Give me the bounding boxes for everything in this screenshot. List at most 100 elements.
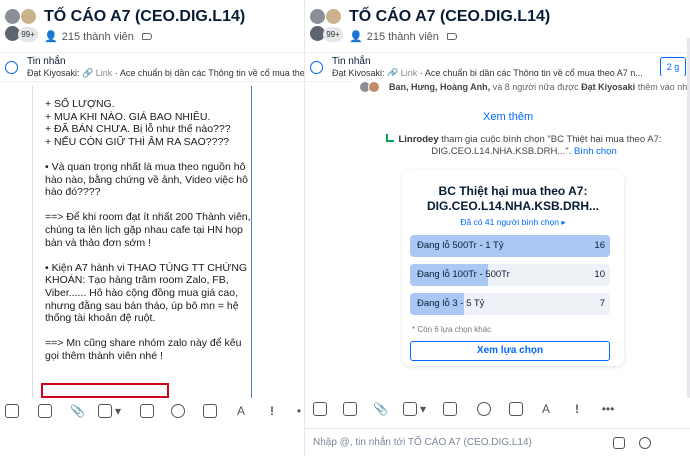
more-icon[interactable]: • [292,404,304,418]
message-line: ==> Để khi room đạt ít nhất 200 Thành vi… [45,211,251,224]
group-title[interactable]: TỐ CÁO A7 (CEO.DIG.L14) [44,8,245,26]
message-line: gọi thêm thành viên nhé ! [45,350,163,362]
poll-option-label: Đang lỗ 100Tr - 500Tr [417,269,510,280]
message-line: hào nào, bằng chứng về ảnh, Video việc h… [45,173,248,186]
member-count[interactable]: 👤 215 thành viên [349,30,457,43]
image-icon[interactable] [343,402,357,416]
highlight-box [41,383,169,398]
member-count-label: 215 thành viên [61,30,134,43]
member-count-badge: 99+ [323,27,343,42]
avatar [368,81,380,93]
contact-card-icon[interactable] [443,402,457,416]
message-line: + NẾU CÒN GIỮ THÌ ÂM RA SAO???? [45,135,230,148]
urgent-icon[interactable]: ! [570,402,584,416]
pinned-expand-button[interactable]: 2 g [660,57,686,77]
screenshot-icon[interactable] [403,402,417,416]
poll-option-label: Đang lỗ 500Tr - 1 Tỷ [417,240,504,251]
composer-toolbar: 📎 ▾ A ! • [0,398,304,426]
poll-notice-text: tham gia cuộc bình chọn "BC Thiệt hại mu… [441,134,662,145]
chat-header: 99+ TỐ CÁO A7 (CEO.DIG.L14) 👤 215 thành … [305,0,690,50]
poll-voter-count[interactable]: Đã có 41 người bình chọn ▸ [402,217,624,228]
chat-header: 99+ TỐ CÁO A7 (CEO.DIG.L14) 👤 215 thành … [0,0,304,50]
pinned-text: · Ace chuẩn bị dần các Thông tin về cổ m… [114,68,304,78]
screenshot-icon[interactable] [98,404,112,418]
poll-option[interactable]: Đang lỗ 100Tr - 500Tr 10 [410,264,610,286]
members-icon: 👤 [44,31,58,43]
poll-option-count: 7 [599,298,605,309]
load-more-button[interactable]: Xem thêm [483,111,533,123]
attachment-icon[interactable]: 📎 [373,402,388,416]
system-message-added: Ban, Hưng, Hoàng Anh, và 8 người nữa đượ… [353,76,690,98]
chevron-down-icon[interactable]: ▾ [114,404,122,418]
reminder-icon[interactable] [477,402,491,416]
format-text-icon[interactable]: A [234,404,248,418]
message-line: Viber...... Hô hào cộng đồng mua giá cao… [45,287,239,299]
poll-actor[interactable]: Linrodey [398,134,438,145]
group-avatar[interactable]: 99+ [309,8,343,44]
added-text: Ban, Hưng, Hoàng Anh, và 8 người nữa đượ… [389,82,690,92]
avatar [309,8,326,25]
added-actor[interactable]: Đạt Kiyosaki [581,82,635,92]
chat-bubble-icon [5,61,18,74]
message-line: bàn và thảo đơn sớm ! [45,236,151,249]
chat-bubble-icon [310,61,323,74]
message-line: + SỐ LƯỢNG. [45,98,115,110]
tag-icon[interactable] [141,33,152,40]
sticker-icon[interactable] [5,404,19,418]
view-options-button[interactable]: Xem lựa chọn [410,341,610,361]
task-icon[interactable] [203,404,217,418]
contact-card-icon[interactable] [140,404,154,418]
sticker-icon[interactable] [313,402,327,416]
task-icon[interactable] [509,402,523,416]
tag-icon[interactable] [446,33,457,40]
poll-activity-notice: Linrodey tham gia cuộc bình chọn "BC Thi… [379,134,669,158]
emoji-icon[interactable] [639,437,651,449]
message-input[interactable]: Nhập @, tin nhắn tới TỐ CÁO A7 (CEO.DIG.… [305,428,690,456]
left-chat-pane: 99+ TỐ CÁO A7 (CEO.DIG.L14) 👤 215 thành … [0,0,304,456]
message-input-placeholder: Nhập @, tin nhắn tới TỐ CÁO A7 (CEO.DIG.… [313,437,532,448]
poll-card: BC Thiệt hại mua theo A7: DIG.CEO.L14.NH… [402,170,624,366]
poll-option[interactable]: Đang lỗ 500Tr - 1 Tỷ 16 [410,235,610,257]
message-bubble: + SỐ LƯỢNG. + MUA KHI NÀO. GIÁ BAO NHIÊU.… [32,86,252,398]
poll-option-count: 10 [594,269,605,280]
group-avatar[interactable]: 99+ [4,8,38,44]
poll-notice-line2: DIG.CEO.L14.NHA.KSB.DRH...". [431,146,572,157]
message-line: hào đó???? [45,186,101,199]
message-line: thống tài khoản đệ ruột. [45,312,156,325]
message-line: • Kiện A7 hành vi THAO TÚNG TT CHỨNG [45,261,248,274]
pinned-label: Tin nhắn [27,56,66,67]
pinned-preview: Đạt Kiyosaki: 🔗 Link · Ace chuẩn bị dần … [27,68,304,79]
members-icon: 👤 [349,31,363,43]
reminder-icon[interactable] [171,404,185,418]
added-tail: thêm vào nhó [637,82,690,92]
poll-more-note: * Còn 6 lựa chọn khác [412,325,492,334]
message-line: • Và quan trọng nhất là mua theo nguồn h… [45,161,246,173]
poll-option-count: 16 [594,240,605,251]
pinned-message-bar[interactable]: Tin nhắn Đạt Kiyosaki: 🔗 Link · Ace chuẩ… [0,52,304,82]
link-icon: 🔗 [82,68,94,78]
avatar [4,8,21,25]
right-chat-pane: 99+ TỐ CÁO A7 (CEO.DIG.L14) 👤 215 thành … [304,0,690,456]
member-avatars [359,81,383,93]
poll-option[interactable]: Đang lỗ 3 - 5 Tỷ 7 [410,293,610,315]
pinned-link-label: Link [95,68,113,78]
poll-chart-icon [386,134,395,142]
chevron-down-icon[interactable]: ▾ [419,402,427,416]
added-names[interactable]: Ban, Hưng, Hoàng Anh, [389,82,490,92]
quick-message-icon[interactable] [613,437,625,449]
message-line: KHOÁN: Tạo hàng trăm room Zalo, FB, [45,274,229,287]
image-icon[interactable] [38,404,52,418]
group-title[interactable]: TỐ CÁO A7 (CEO.DIG.L14) [349,8,550,26]
vote-link[interactable]: Bình chọn [574,146,617,157]
avatar [20,8,37,25]
urgent-icon[interactable]: ! [265,404,279,418]
more-icon[interactable]: ••• [601,402,615,416]
member-count-badge: 99+ [18,27,38,42]
poll-title: BC Thiệt hại mua theo A7: DIG.CEO.L14.NH… [402,184,624,214]
poll-option-label: Đang lỗ 3 - 5 Tỷ [417,298,485,309]
attachment-icon[interactable]: 📎 [70,404,85,418]
member-count[interactable]: 👤 215 thành viên [44,30,152,43]
message-line: ==> Mn cũng share nhóm zalo này để kêu [45,337,242,350]
format-text-icon[interactable]: A [539,402,553,416]
pinned-label: Tin nhắn [332,56,371,67]
